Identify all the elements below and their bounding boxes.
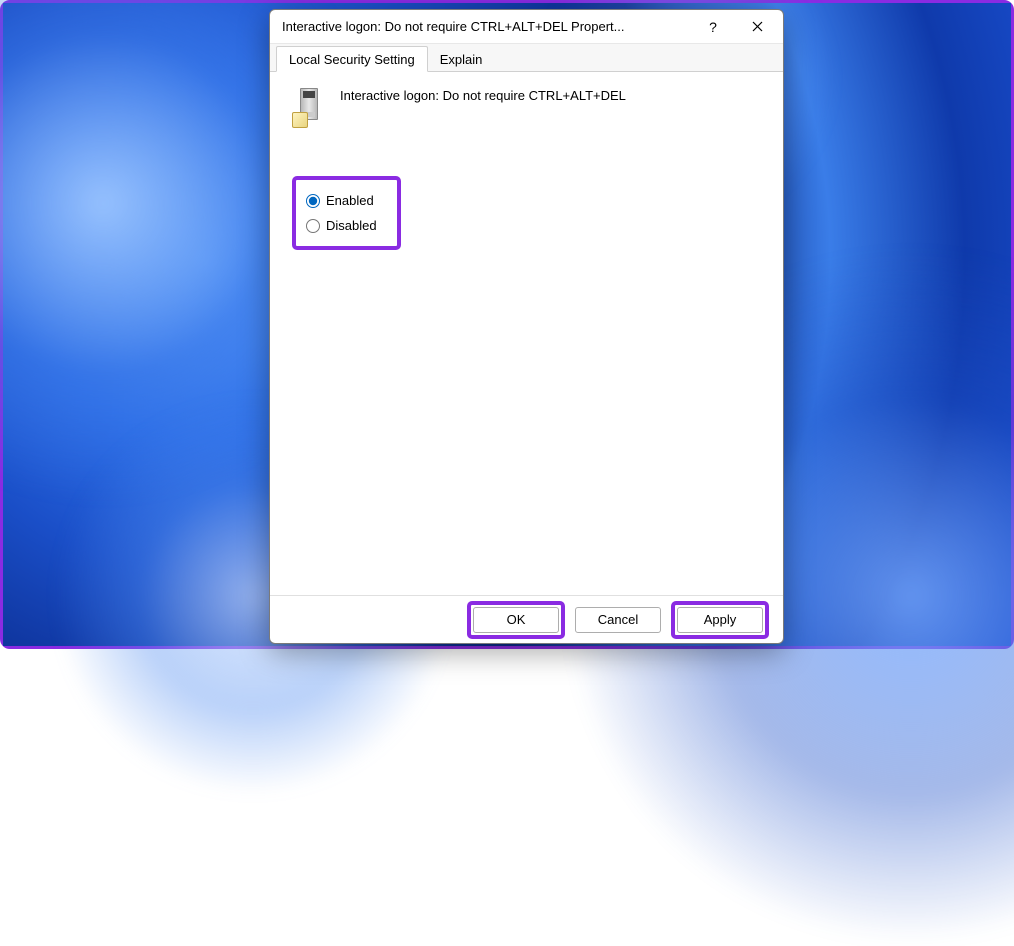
dialog-title: Interactive logon: Do not require CTRL+A… bbox=[282, 19, 691, 34]
ok-button-highlight: OK bbox=[467, 601, 565, 639]
tab-content: Interactive logon: Do not require CTRL+A… bbox=[270, 72, 783, 595]
cancel-button[interactable]: Cancel bbox=[575, 607, 661, 633]
apply-button-highlight: Apply bbox=[671, 601, 769, 639]
dialog-footer: OK Cancel Apply bbox=[270, 595, 783, 643]
radio-enabled[interactable]: Enabled bbox=[304, 188, 379, 213]
apply-button[interactable]: Apply bbox=[677, 607, 763, 633]
dialog-titlebar[interactable]: Interactive logon: Do not require CTRL+A… bbox=[270, 10, 783, 44]
policy-name-label: Interactive logon: Do not require CTRL+A… bbox=[340, 86, 626, 103]
close-button[interactable] bbox=[735, 12, 779, 42]
radio-enabled-label: Enabled bbox=[326, 193, 374, 208]
ok-button[interactable]: OK bbox=[473, 607, 559, 633]
radio-disabled-input[interactable] bbox=[306, 219, 320, 233]
radio-group-highlight: Enabled Disabled bbox=[292, 176, 401, 250]
server-policy-icon bbox=[292, 86, 328, 128]
help-button[interactable]: ? bbox=[691, 12, 735, 42]
close-icon bbox=[752, 21, 763, 32]
radio-enabled-input[interactable] bbox=[306, 194, 320, 208]
tab-explain[interactable]: Explain bbox=[428, 47, 495, 71]
radio-disabled-label: Disabled bbox=[326, 218, 377, 233]
properties-dialog: Interactive logon: Do not require CTRL+A… bbox=[269, 9, 784, 644]
tab-local-security-setting[interactable]: Local Security Setting bbox=[276, 46, 428, 72]
radio-disabled[interactable]: Disabled bbox=[304, 213, 379, 238]
tab-bar: Local Security Setting Explain bbox=[270, 44, 783, 72]
policy-header: Interactive logon: Do not require CTRL+A… bbox=[292, 86, 761, 128]
